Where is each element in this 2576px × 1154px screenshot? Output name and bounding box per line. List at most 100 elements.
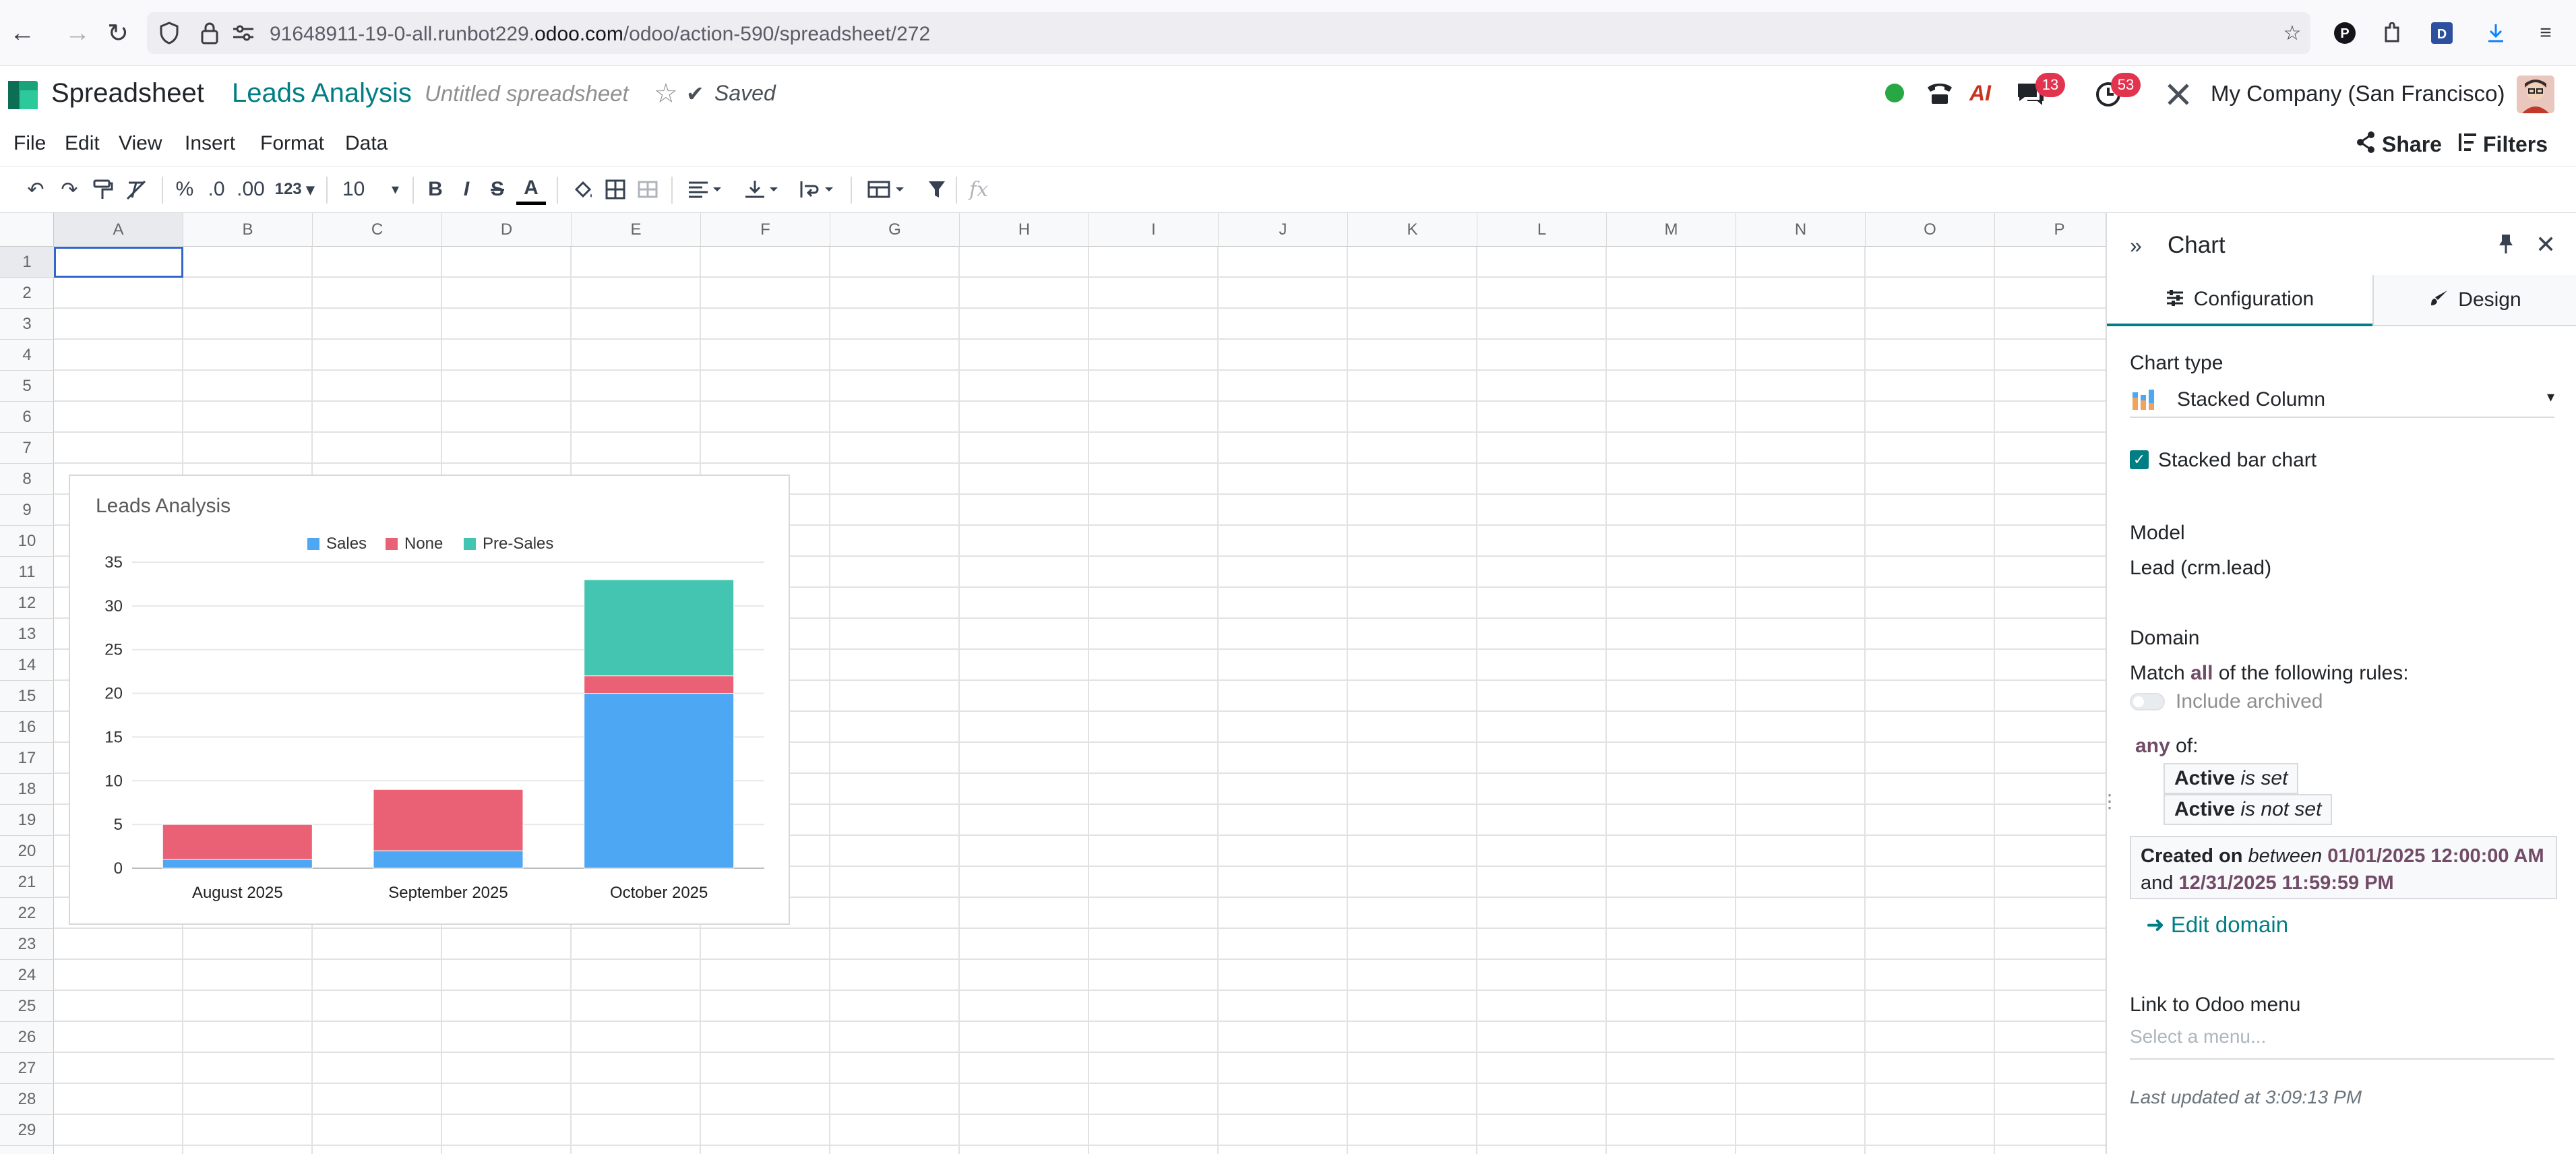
row-header-24[interactable]: 24	[0, 960, 54, 991]
include-archived-toggle[interactable]	[2130, 693, 2165, 710]
row-header-13[interactable]: 13	[0, 619, 54, 650]
row-header-1[interactable]: 1	[0, 247, 54, 278]
filter-funnel-icon[interactable]	[922, 174, 952, 205]
undo-icon[interactable]: ↶	[20, 174, 51, 205]
filters-icon[interactable]	[2457, 131, 2479, 157]
company-switcher[interactable]: My Company (San Francisco)	[2211, 81, 2505, 107]
stacked-checkbox[interactable]: ✓	[2130, 450, 2149, 469]
row-header-23[interactable]: 23	[0, 929, 54, 960]
extension-d-icon[interactable]: D	[2428, 19, 2456, 47]
selected-cell-a1[interactable]	[54, 247, 183, 278]
rule-active-is-set[interactable]: Active is set	[2164, 763, 2299, 794]
user-avatar[interactable]	[2517, 75, 2554, 113]
row-header-21[interactable]: 21	[0, 867, 54, 898]
collapse-panel-icon[interactable]: »	[2130, 233, 2142, 258]
row-header-28[interactable]: 28	[0, 1084, 54, 1115]
include-archived-label[interactable]: Include archived	[2176, 690, 2323, 713]
font-size-select[interactable]: 10 ▾	[337, 174, 404, 205]
column-header-b[interactable]: B	[183, 213, 313, 247]
row-header-15[interactable]: 15	[0, 681, 54, 712]
row-header-5[interactable]: 5	[0, 371, 54, 402]
column-header-f[interactable]: F	[701, 213, 830, 247]
borders-icon[interactable]	[600, 174, 631, 205]
link-menu-input[interactable]: Select a menu...	[2130, 1026, 2554, 1060]
column-header-n[interactable]: N	[1736, 213, 1866, 247]
horizontal-align-icon[interactable]	[681, 174, 728, 205]
filters-button[interactable]: Filters	[2483, 132, 2548, 157]
column-header-g[interactable]: G	[830, 213, 960, 247]
row-header-8[interactable]: 8	[0, 464, 54, 495]
lock-icon[interactable]	[195, 19, 224, 47]
bold-button[interactable]: B	[422, 174, 449, 205]
edit-domain-link[interactable]: ➜ Edit domain	[2146, 911, 2288, 938]
row-header-6[interactable]: 6	[0, 402, 54, 433]
format-percent-button[interactable]: %	[171, 174, 198, 205]
forward-icon[interactable]: →	[61, 16, 94, 50]
conditional-format-icon[interactable]	[861, 174, 910, 205]
fill-color-icon[interactable]	[568, 174, 599, 205]
row-header-26[interactable]: 26	[0, 1022, 54, 1053]
column-header-h[interactable]: H	[960, 213, 1089, 247]
shield-icon[interactable]	[155, 19, 183, 47]
row-header-10[interactable]: 10	[0, 526, 54, 557]
paint-format-icon[interactable]	[88, 174, 119, 205]
formula-input[interactable]	[1004, 173, 2083, 206]
row-header-25[interactable]: 25	[0, 991, 54, 1022]
row-header-14[interactable]: 14	[0, 650, 54, 681]
column-header-c[interactable]: C	[313, 213, 442, 247]
decrease-decimal-button[interactable]: .0	[201, 174, 232, 205]
hamburger-menu-icon[interactable]: ≡	[2532, 19, 2560, 47]
column-header-k[interactable]: K	[1348, 213, 1477, 247]
column-header-o[interactable]: O	[1866, 213, 1995, 247]
bookmark-star-icon[interactable]: ☆	[2278, 19, 2306, 47]
favorite-star-icon[interactable]: ☆	[654, 78, 678, 109]
row-header-11[interactable]: 11	[0, 557, 54, 588]
panel-resize-handle[interactable]: ⋮	[2100, 790, 2119, 812]
increase-decimal-button[interactable]: .00	[232, 174, 270, 205]
online-status-icon[interactable]	[1885, 84, 1904, 102]
strikethrough-button[interactable]: S	[484, 174, 511, 205]
back-icon[interactable]: ←	[5, 16, 39, 50]
italic-button[interactable]: I	[453, 174, 480, 205]
row-header-22[interactable]: 22	[0, 898, 54, 929]
row-header-18[interactable]: 18	[0, 774, 54, 805]
downloads-icon[interactable]	[2482, 19, 2510, 47]
close-panel-icon[interactable]: ✕	[2536, 231, 2556, 259]
share-icon[interactable]	[2355, 131, 2376, 157]
menu-edit[interactable]: Edit	[65, 132, 100, 155]
row-header-9[interactable]: 9	[0, 495, 54, 526]
stacked-checkbox-label[interactable]: Stacked bar chart	[2158, 449, 2317, 472]
vertical-align-icon[interactable]	[737, 174, 785, 205]
spreadsheet-app-logo-icon[interactable]	[8, 81, 38, 109]
reload-icon[interactable]: ↻	[101, 16, 135, 50]
row-header-29[interactable]: 29	[0, 1115, 54, 1146]
column-header-m[interactable]: M	[1607, 213, 1736, 247]
row-header-7[interactable]: 7	[0, 433, 54, 464]
text-wrap-icon[interactable]	[793, 174, 840, 205]
clear-format-icon[interactable]	[120, 174, 151, 205]
app-name[interactable]: Spreadsheet	[51, 78, 204, 109]
url-text[interactable]: 91648911-19-0-all.runbot229.odoo.com/odo…	[270, 23, 930, 46]
column-header-e[interactable]: E	[572, 213, 701, 247]
column-header-a[interactable]: A	[54, 213, 183, 247]
column-header-j[interactable]: J	[1219, 213, 1348, 247]
column-header-p[interactable]: P	[1995, 213, 2106, 247]
row-header-3[interactable]: 3	[0, 309, 54, 340]
spreadsheet-grid[interactable]: ABCDEFGHIJKLMNOP 1 2 3 4 5 6 7 8 9 10 11 12 13 14 15 16…	[0, 213, 2106, 1154]
settings-tools-icon[interactable]	[2165, 81, 2192, 111]
tab-design[interactable]: Design	[2372, 275, 2576, 326]
more-formats-button[interactable]: 123 ▾	[271, 174, 318, 205]
extensions-icon[interactable]	[2378, 19, 2406, 47]
row-header-16[interactable]: 16	[0, 712, 54, 743]
merge-cells-icon[interactable]	[632, 174, 663, 205]
row-header-12[interactable]: 12	[0, 588, 54, 619]
select-all-corner[interactable]	[0, 213, 54, 247]
column-header-l[interactable]: L	[1477, 213, 1607, 247]
text-color-button[interactable]: A	[516, 174, 546, 205]
menu-format[interactable]: Format	[260, 132, 324, 155]
row-header-17[interactable]: 17	[0, 743, 54, 774]
chart-type-select[interactable]: Stacked Column ▾	[2130, 380, 2554, 418]
row-header-19[interactable]: 19	[0, 805, 54, 836]
row-header-2[interactable]: 2	[0, 278, 54, 309]
share-button[interactable]: Share	[2382, 132, 2442, 157]
